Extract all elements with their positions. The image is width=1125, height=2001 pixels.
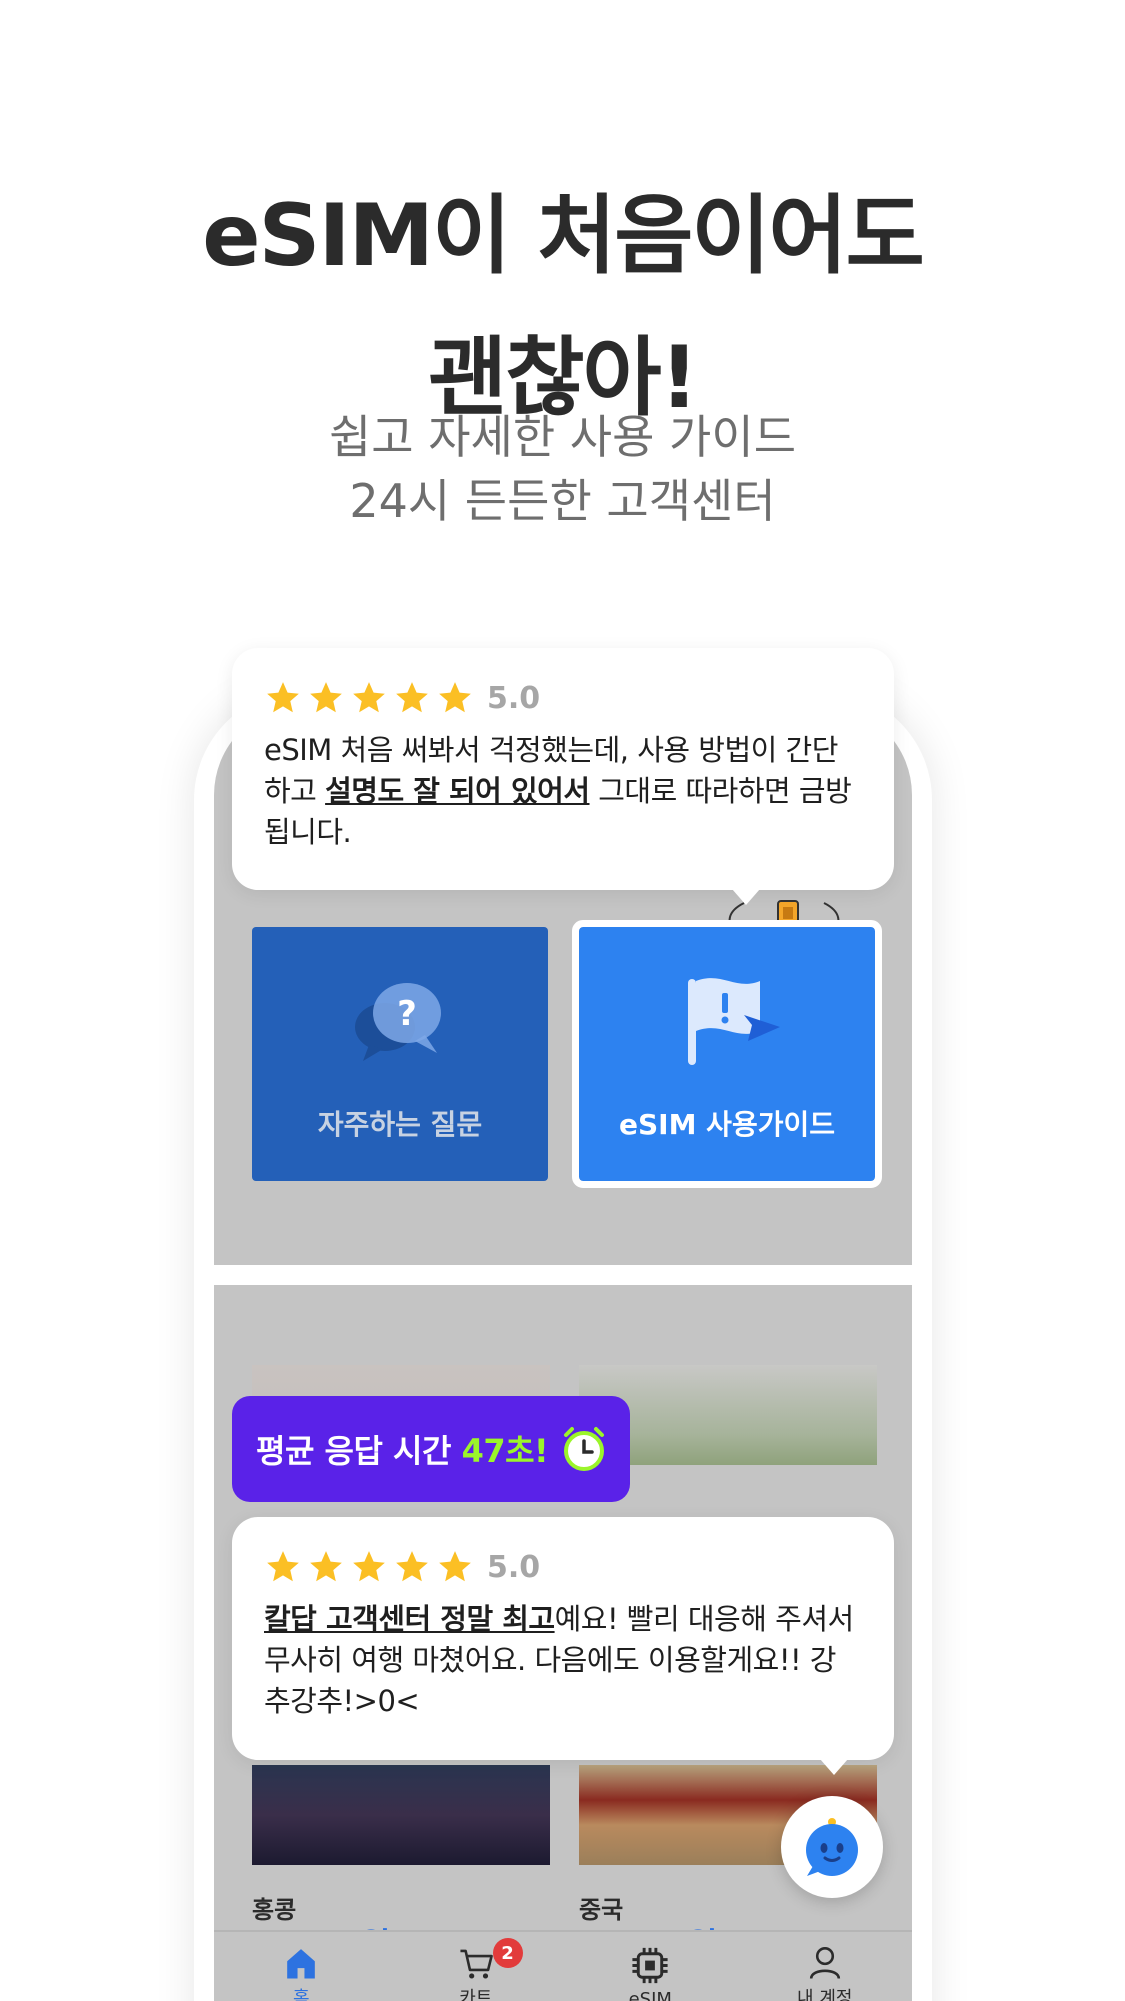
speech-tail bbox=[732, 889, 760, 905]
response-time-prefix: 평균 응답 시간 bbox=[256, 1432, 462, 1470]
nav-cart[interactable]: 2 카트 bbox=[389, 1932, 564, 2001]
hero-subtitle: 쉽고 자세한 사용 가이드 24시 든든한 고객센터 bbox=[0, 405, 1125, 533]
svg-text:?: ? bbox=[397, 994, 417, 1034]
response-time-value: 47초! bbox=[461, 1432, 549, 1470]
star-rating: 5.0 bbox=[264, 1547, 862, 1587]
review-card: 5.0 eSIM 처음 써봐서 걱정했는데, 사용 방법이 간단하고 설명도 잘… bbox=[232, 648, 894, 905]
alarm-clock-icon bbox=[564, 1427, 605, 1471]
chip-icon bbox=[632, 1947, 668, 1984]
review-text: eSIM 처음 써봐서 걱정했는데, 사용 방법이 간단하고 설명도 잘 되어 … bbox=[264, 730, 862, 853]
rating-score: 5.0 bbox=[487, 680, 541, 716]
review-card: 5.0 칼답 고객센터 정말 최고예요! 빨리 대응해 주셔서 무사히 여행 마… bbox=[232, 1517, 894, 1775]
response-time-badge: 평균 응답 시간 47초! bbox=[232, 1396, 630, 1502]
hero-subtitle-line1: 쉽고 자세한 사용 가이드 bbox=[328, 410, 797, 464]
star-rating: 5.0 bbox=[264, 678, 862, 718]
home-icon bbox=[287, 1949, 316, 1979]
question-bubble-icon: ? bbox=[355, 983, 441, 1061]
nav-home[interactable]: 홈 bbox=[214, 1932, 389, 2001]
esim-guide-tile-label: eSIM 사용가이드 bbox=[619, 1108, 835, 1141]
nav-esim[interactable]: eSIM bbox=[563, 1932, 738, 2001]
star-icon bbox=[353, 682, 385, 713]
hero-subtitle-line2: 24시 든든한 고객센터 bbox=[349, 474, 776, 528]
star-icon bbox=[267, 1551, 299, 1582]
esim-guide-tile[interactable]: eSIM 사용가이드 bbox=[572, 920, 882, 1188]
faq-tile-label: 자주하는 질문 bbox=[317, 1108, 483, 1141]
star-icon bbox=[267, 682, 299, 713]
review-text-highlight: 설명도 잘 되어 있어서 bbox=[325, 774, 590, 808]
speech-tail bbox=[820, 1759, 848, 1775]
section-divider bbox=[214, 1265, 912, 1285]
star-icon bbox=[396, 1551, 428, 1582]
nav-cart-label: 카트 bbox=[459, 1988, 493, 2001]
chat-support-button[interactable] bbox=[781, 1796, 883, 1898]
bottom-nav: 홈 2 카트 eSIM 내 계정 bbox=[214, 1930, 912, 2001]
star-icon bbox=[396, 682, 428, 713]
hongkong-photo[interactable] bbox=[252, 1765, 550, 1865]
nav-home-label: 홈 bbox=[292, 1988, 310, 2001]
nav-account-label: 내 계정 bbox=[797, 1988, 853, 2001]
nav-esim-label: eSIM bbox=[628, 1989, 672, 2001]
star-icon bbox=[439, 1551, 471, 1582]
star-icon bbox=[353, 1551, 385, 1582]
review-text-highlight: 칼답 고객센터 정말 최고 bbox=[264, 1602, 555, 1636]
cart-icon bbox=[460, 1949, 493, 1979]
cart-count-badge: 2 bbox=[492, 1938, 523, 1968]
hero-title-line1: eSIM이 처음이어도 bbox=[202, 186, 925, 286]
star-icon bbox=[310, 1551, 342, 1582]
review-text: 칼답 고객센터 정말 최고예요! 빨리 대응해 주셔서 무사히 여행 마쳤어요.… bbox=[264, 1599, 862, 1722]
star-icon bbox=[310, 682, 342, 713]
response-time-text: 평균 응답 시간 47초! bbox=[256, 1426, 549, 1472]
flag-icon bbox=[688, 978, 780, 1065]
star-icon bbox=[439, 682, 471, 713]
faq-tile[interactable]: ? 자주하는 질문 bbox=[252, 927, 548, 1181]
chatbot-icon bbox=[806, 1818, 858, 1876]
rating-score: 5.0 bbox=[487, 1549, 541, 1585]
nav-account[interactable]: 내 계정 bbox=[738, 1932, 913, 2001]
user-icon bbox=[809, 1947, 840, 1979]
